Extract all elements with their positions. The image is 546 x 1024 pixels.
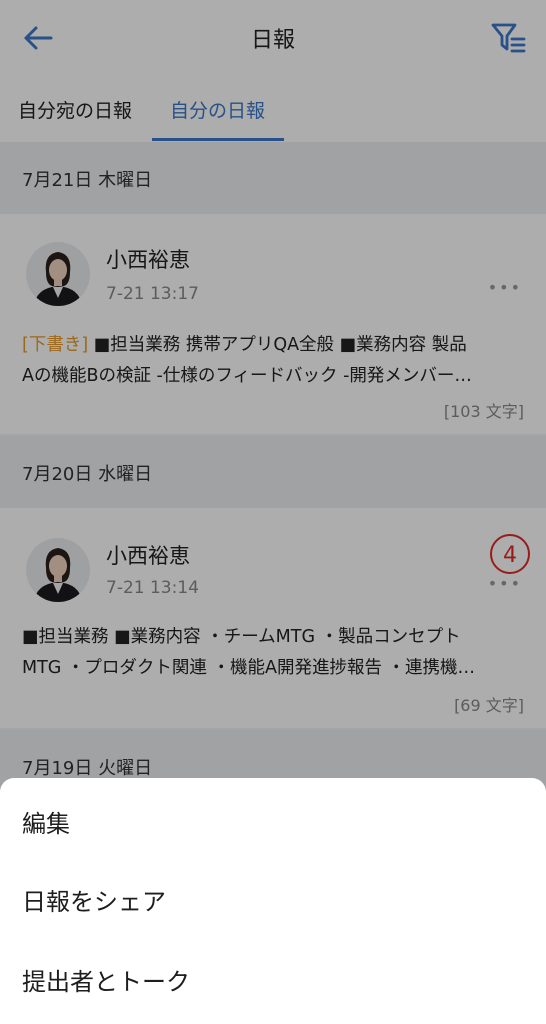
app-screen: 日報 自分宛の日報 自分の日報 7月21日 木曜日 小西裕恵 7-21 13:1… [0, 0, 546, 1024]
edit-option[interactable]: 編集 [22, 804, 70, 839]
talk-with-submitter-option[interactable]: 提出者とトーク [22, 962, 190, 997]
share-report-option[interactable]: 日報をシェア [22, 882, 166, 917]
action-sheet: 編集 日報をシェア 提出者とトーク [0, 778, 546, 1024]
